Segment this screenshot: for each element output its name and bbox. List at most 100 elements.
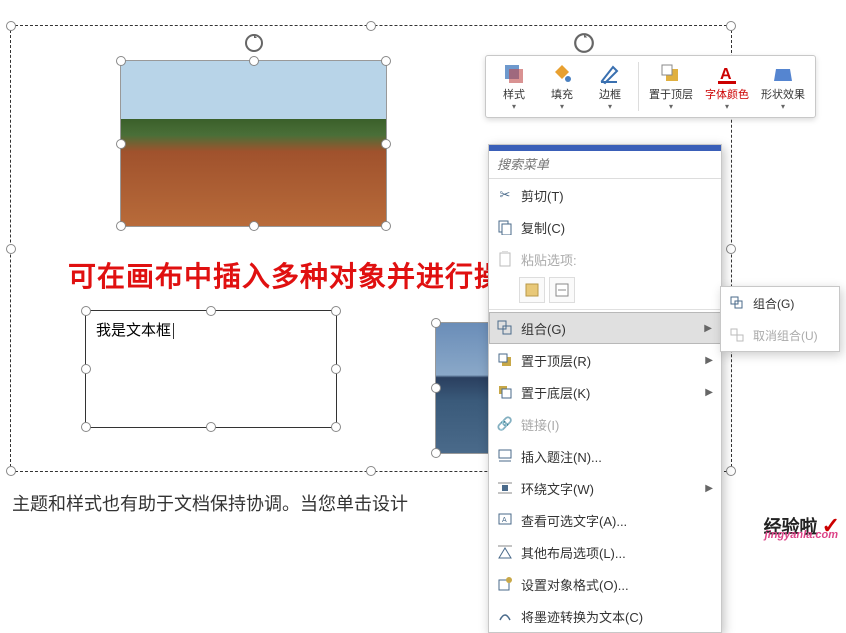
submenu-arrow-icon: ▶	[704, 323, 712, 334]
resize-handle[interactable]	[81, 422, 91, 432]
resize-handle[interactable]	[431, 448, 441, 458]
resize-handle[interactable]	[206, 422, 216, 432]
fill-button[interactable]: 填充▾	[538, 60, 586, 113]
search-input[interactable]	[489, 151, 721, 178]
style-button[interactable]: 样式▾	[490, 60, 538, 113]
menu-label: 将墨迹转换为文本(C)	[521, 607, 643, 626]
paste-option-1[interactable]	[519, 277, 545, 303]
context-menu: ✂ 剪切(T) 复制(C) 粘贴选项: 组合(G) ▶ 置于顶层(R) ▶ 置于…	[488, 144, 722, 633]
shape-effects-button[interactable]: 形状效果▾	[755, 60, 811, 113]
resize-handle[interactable]	[381, 56, 391, 66]
resize-handle[interactable]	[6, 21, 16, 31]
resize-handle[interactable]	[431, 318, 441, 328]
bring-front-button[interactable]: 置于顶层▾	[643, 60, 699, 113]
resize-handle[interactable]	[249, 56, 259, 66]
resize-handle[interactable]	[726, 466, 736, 476]
textbox-content: 我是文本框	[96, 322, 171, 339]
style-icon	[502, 62, 526, 86]
resize-handle[interactable]	[431, 383, 441, 393]
rotate-handle[interactable]	[244, 33, 264, 53]
svg-text:A: A	[502, 517, 507, 524]
resize-handle[interactable]	[116, 139, 126, 149]
link-icon: 🔗	[495, 415, 515, 433]
watermark: 经验啦 ✓ jingyanla.com	[764, 513, 840, 539]
resize-handle[interactable]	[116, 221, 126, 231]
shape-effects-label: 形状效果	[761, 86, 805, 102]
menu-insert-caption[interactable]: 插入题注(N)...	[489, 440, 721, 472]
outline-label: 边框	[599, 86, 621, 102]
watermark-url: jingyanla.com	[765, 529, 838, 541]
resize-handle[interactable]	[6, 244, 16, 254]
mini-toolbar: 样式▾ 填充▾ 边框▾ 置于顶层▾ A 字体颜色▾ 形状效果▾	[485, 55, 816, 118]
menu-more-layout[interactable]: 其他布局选项(L)...	[489, 536, 721, 568]
layout-icon	[495, 543, 515, 561]
group-icon	[727, 294, 747, 312]
chevron-down-icon: ▾	[725, 102, 729, 111]
separator	[638, 62, 639, 111]
menu-label: 取消组合(U)	[753, 327, 818, 344]
chevron-down-icon: ▾	[512, 102, 516, 111]
resize-handle[interactable]	[6, 466, 16, 476]
outline-icon	[598, 62, 622, 86]
menu-format-object[interactable]: 设置对象格式(O)...	[489, 568, 721, 600]
resize-handle[interactable]	[331, 422, 341, 432]
image-object-1[interactable]	[120, 60, 387, 227]
text-box[interactable]: 我是文本框	[85, 310, 337, 428]
font-color-button[interactable]: A 字体颜色▾	[699, 60, 755, 113]
resize-handle[interactable]	[249, 221, 259, 231]
menu-wrap-text[interactable]: 环绕文字(W) ▶	[489, 472, 721, 504]
menu-paste-options-label: 粘贴选项:	[489, 243, 721, 275]
send-back-icon	[495, 383, 515, 401]
resize-handle[interactable]	[81, 306, 91, 316]
bring-front-label: 置于顶层	[649, 86, 693, 102]
menu-group[interactable]: 组合(G) ▶	[489, 312, 721, 344]
text-cursor	[173, 323, 174, 339]
chevron-down-icon: ▾	[781, 102, 785, 111]
resize-handle[interactable]	[331, 306, 341, 316]
paste-option-2[interactable]	[549, 277, 575, 303]
fill-icon	[550, 62, 574, 86]
group-submenu: 组合(G) 取消组合(U)	[720, 286, 840, 352]
resize-handle[interactable]	[331, 364, 341, 374]
menu-cut[interactable]: ✂ 剪切(T)	[489, 179, 721, 211]
bring-front-icon	[659, 62, 683, 86]
resize-handle[interactable]	[726, 244, 736, 254]
menu-label: 其他布局选项(L)...	[521, 543, 626, 562]
menu-search[interactable]	[489, 151, 721, 179]
resize-handle[interactable]	[726, 21, 736, 31]
menu-send-back[interactable]: 置于底层(K) ▶	[489, 376, 721, 408]
menu-label: 设置对象格式(O)...	[521, 575, 629, 594]
resize-handle[interactable]	[116, 56, 126, 66]
chevron-down-icon: ▾	[560, 102, 564, 111]
ungroup-icon	[727, 326, 747, 344]
submenu-group[interactable]: 组合(G)	[721, 287, 839, 319]
wrap-text-icon	[495, 479, 515, 497]
menu-label: 剪切(T)	[521, 186, 564, 205]
menu-bring-front[interactable]: 置于顶层(R) ▶	[489, 344, 721, 376]
submenu-ungroup: 取消组合(U)	[721, 319, 839, 351]
menu-label: 置于顶层(R)	[521, 351, 591, 370]
menu-copy[interactable]: 复制(C)	[489, 211, 721, 243]
annotation-caption: 可在画布中插入多种对象并进行操作	[68, 255, 532, 295]
outline-button[interactable]: 边框▾	[586, 60, 634, 113]
resize-handle[interactable]	[366, 466, 376, 476]
landscape-image	[121, 61, 386, 226]
menu-label: 组合(G)	[521, 319, 566, 338]
resize-handle[interactable]	[81, 364, 91, 374]
bring-front-icon	[495, 351, 515, 369]
group-icon	[495, 319, 515, 337]
menu-alt-text[interactable]: A 查看可选文字(A)...	[489, 504, 721, 536]
submenu-arrow-icon: ▶	[705, 387, 713, 398]
menu-label: 环绕文字(W)	[521, 479, 594, 498]
resize-handle[interactable]	[381, 139, 391, 149]
rotate-handle-2[interactable]	[573, 32, 595, 57]
submenu-arrow-icon: ▶	[705, 483, 713, 494]
resize-handle[interactable]	[366, 21, 376, 31]
resize-handle[interactable]	[381, 221, 391, 231]
menu-ink-to-text[interactable]: 将墨迹转换为文本(C)	[489, 600, 721, 632]
menu-link: 🔗 链接(I)	[489, 408, 721, 440]
menu-label: 插入题注(N)...	[521, 447, 602, 466]
chevron-down-icon: ▾	[608, 102, 612, 111]
resize-handle[interactable]	[206, 306, 216, 316]
style-label: 样式	[503, 86, 525, 102]
